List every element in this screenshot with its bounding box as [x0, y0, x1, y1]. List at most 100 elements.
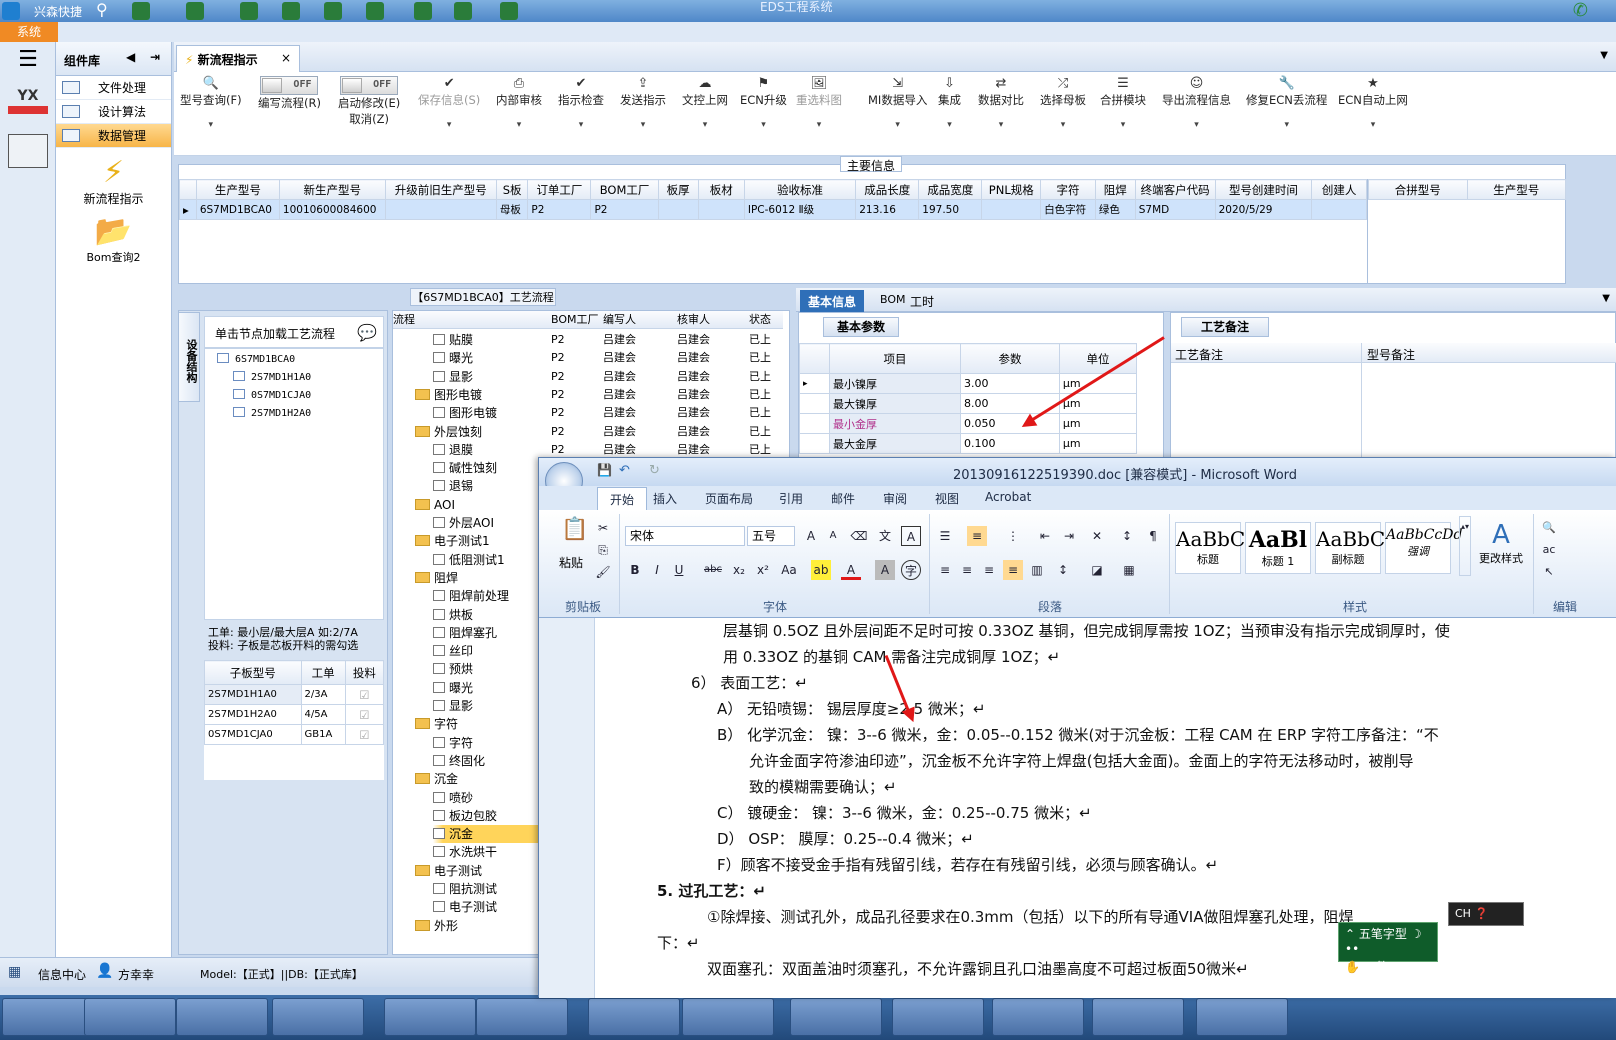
table-cell[interactable]: 6S7MD1BCA0	[195, 199, 280, 220]
toolbar-button[interactable]: ⇲ MI数据导入 ▾	[868, 76, 927, 130]
column-header[interactable]: 状态	[749, 311, 771, 329]
complib-item-data[interactable]: 数据管理	[56, 124, 171, 148]
column-header[interactable]: 验收标准	[743, 179, 857, 200]
toolbar-button[interactable]: ⎙ 内部审核 ▾	[496, 76, 542, 130]
table-cell[interactable]: 绿色	[1094, 199, 1136, 220]
change-styles-button[interactable]: A 更改样式	[1475, 520, 1527, 566]
table-cell[interactable]	[697, 199, 745, 220]
toggle-switch[interactable]: OFF	[340, 76, 399, 95]
column-header[interactable]: 子板型号	[204, 660, 302, 685]
column-header[interactable]: 投料	[344, 660, 385, 685]
multilevel-list-icon[interactable]: ⋮	[1003, 526, 1023, 546]
paste-icon[interactable]: 📋	[561, 519, 589, 550]
phonetic-icon[interactable]: 文	[875, 526, 895, 546]
column-header[interactable]: PNL规格	[981, 179, 1042, 200]
table-cell[interactable]: IPC-6012 Ⅱ级	[743, 199, 857, 220]
taskbar-item[interactable]	[476, 998, 568, 1036]
tab-basic-info[interactable]: 基本信息	[800, 290, 865, 312]
new-flow-shortcut[interactable]: ⚡ 新流程指示	[56, 156, 171, 207]
collapse-left-icon[interactable]: ◀	[126, 50, 135, 64]
user-icon[interactable]	[414, 2, 432, 20]
table-cell[interactable]: 213.16	[855, 199, 920, 220]
tree-node[interactable]: 2S7MD1H1A0	[233, 371, 311, 383]
column-header[interactable]: BOM工厂	[590, 179, 659, 200]
bold-icon[interactable]: B	[625, 560, 645, 580]
toggle-switch[interactable]: OFF	[260, 76, 319, 95]
table-cell[interactable]: 母板	[495, 199, 529, 220]
column-header[interactable]: 型号创建时间	[1214, 179, 1313, 200]
redo-icon[interactable]: ↻	[649, 463, 660, 478]
table-cell[interactable]: 10010600084600	[278, 199, 386, 220]
undo-icon[interactable]: ↶	[619, 463, 630, 478]
column-header[interactable]: 阻焊	[1094, 179, 1136, 200]
calculator-icon[interactable]	[8, 134, 48, 168]
dropdown-icon[interactable]: ▼	[1602, 293, 1610, 304]
style-preset[interactable]: AaBbC 副标题	[1315, 522, 1385, 574]
replace-icon[interactable]: ac	[1539, 540, 1559, 560]
param-cell[interactable]: μm	[1058, 413, 1138, 434]
toolbar-button[interactable]: ⇄ 数据对比 ▾	[978, 76, 1024, 130]
superscript-icon[interactable]: x²	[753, 560, 773, 580]
taskbar-item[interactable]	[2, 998, 94, 1036]
column-header[interactable]: 工单	[300, 660, 346, 685]
help-icon[interactable]: ❓	[1474, 907, 1488, 920]
table-cell[interactable]: S7MD	[1134, 199, 1216, 220]
column-header[interactable]: 单位	[1058, 343, 1138, 374]
font-size-select[interactable]: 五号	[747, 526, 795, 546]
flow-row[interactable]: 外层蚀刻 P2 吕建会 吕建会 已上	[393, 423, 783, 441]
table-cell[interactable]: 白色字符	[1040, 199, 1096, 220]
column-header[interactable]: 板厚	[657, 179, 699, 200]
copy-icon[interactable]: ⎘	[593, 540, 613, 560]
ime-status-bar[interactable]: ⌃ 五笔字型 ☽ •• ✋ ⚲ 简 GBK	[1338, 922, 1438, 974]
column-header[interactable]: 生产型号	[1466, 179, 1566, 200]
language-bar[interactable]: CH ❓	[1448, 902, 1524, 926]
table-row[interactable]: 0S7MD1CJA0 GB1A ☑	[204, 724, 385, 745]
column-header[interactable]: 流程	[393, 311, 415, 329]
toolbar-button[interactable]: ★ ECN自动上网 ▾	[1338, 76, 1408, 130]
taskbar-item[interactable]	[384, 998, 476, 1036]
underline-icon[interactable]: U	[669, 560, 689, 580]
toolbar-button[interactable]: 🔍 型号查询(F) ▾	[180, 76, 242, 130]
toolbar-button[interactable]: ✔ 保存信息(S) ▾	[418, 76, 480, 130]
enclose-char-icon[interactable]: 字	[901, 560, 921, 580]
toolbar-button[interactable]: ⤮ 选择母板 ▾	[1040, 76, 1086, 130]
table-row[interactable]: 2S7MD1H2A0 4/5A ☑	[204, 704, 385, 725]
find-icon[interactable]: 🔍	[1539, 518, 1559, 538]
param-cell[interactable]: 最大镍厚	[828, 393, 962, 414]
toolbar-button[interactable]: ⇩ 集成 ▾	[938, 76, 961, 130]
toolbar-button[interactable]: ⚑ ECN升级 ▾	[740, 76, 787, 130]
font-name-select[interactable]: 宋体	[625, 526, 745, 546]
column-header[interactable]: 成品宽度	[918, 179, 983, 200]
column-header[interactable]: 项目	[828, 343, 962, 374]
toolbar-button[interactable]: ✔ 指示检查 ▾	[558, 76, 604, 130]
row-selector-icon[interactable]	[799, 433, 830, 454]
table-cell[interactable]: P2	[527, 199, 592, 220]
char-border-icon[interactable]: A	[901, 526, 921, 546]
table-row[interactable]: 最大镍厚 8.00 μm	[799, 393, 1138, 414]
column-header[interactable]: S板	[495, 179, 529, 200]
toolbar-button[interactable]: ☁ 文控上网 ▾	[682, 76, 728, 130]
table-row[interactable]: 2S7MD1H1A0 2/3A ☑	[204, 684, 385, 705]
column-header[interactable]: 合拼型号	[1368, 179, 1468, 200]
toolbar-button[interactable]: ⇪ 发送指示 ▾	[620, 76, 666, 130]
feed-checkbox[interactable]: ☑	[344, 704, 385, 725]
table-cell[interactable]: P2	[590, 199, 659, 220]
sort-icon[interactable]: ↕	[1117, 526, 1137, 546]
ribbon-tab[interactable]: 审阅	[883, 490, 907, 507]
toolbar-button[interactable]: ☺ 导出流程信息 ▾	[1162, 76, 1231, 130]
align-left-icon[interactable]: ≡	[935, 560, 955, 580]
row-selector-icon[interactable]: ▸	[799, 373, 830, 394]
document-area[interactable]: 层基铜 0.5OZ 且外层间距不足时可按 0.33OZ 基铜，但完成铜厚需按 1…	[539, 618, 1616, 998]
export-icon[interactable]	[324, 2, 342, 20]
taskbar-item[interactable]	[272, 998, 364, 1036]
chart-icon[interactable]	[454, 2, 472, 20]
cut-icon[interactable]: ✂	[593, 518, 613, 538]
taskbar-item[interactable]	[1196, 998, 1288, 1036]
select-icon[interactable]: ↖	[1539, 562, 1559, 582]
table-cell[interactable]: 2020/5/29	[1214, 199, 1313, 220]
grid-icon[interactable]	[186, 2, 204, 20]
feed-checkbox[interactable]: ☑	[344, 724, 385, 745]
strike-icon[interactable]: abc	[703, 560, 723, 580]
subscript-icon[interactable]: x₂	[729, 560, 749, 580]
flow-row[interactable]: 贴膜 P2 吕建会 吕建会 已上	[393, 331, 783, 349]
